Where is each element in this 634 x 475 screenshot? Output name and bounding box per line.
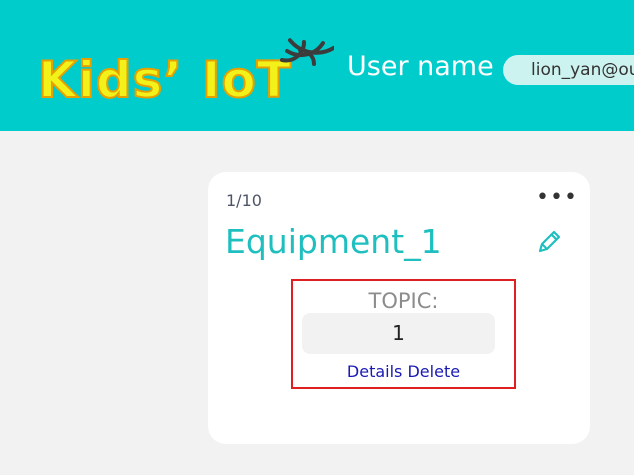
topic-value-field[interactable]: 1 — [302, 313, 495, 354]
equipment-card: 1/10 ••• Equipment_1 TOPIC: 1 Details De… — [208, 172, 590, 444]
more-options-icon[interactable]: ••• — [536, 187, 577, 209]
topic-actions: Details Delete — [293, 361, 514, 383]
user-name-field[interactable]: lion_yan@outlook.com — [503, 55, 634, 85]
details-link[interactable]: Details — [347, 362, 402, 381]
delete-link[interactable]: Delete — [407, 362, 460, 381]
logo-text: Kids’ IoT — [37, 50, 292, 110]
logo: Kids’ IoT — [37, 30, 334, 115]
equipment-title: Equipment_1 — [225, 222, 442, 261]
app-header: Kids’ IoT User name lion_yan@outlook.com — [0, 0, 634, 131]
user-name-label: User name — [347, 51, 494, 82]
topic-label: TOPIC: — [368, 289, 439, 313]
edit-pencil-icon[interactable] — [535, 228, 563, 256]
card-count: 1/10 — [226, 191, 262, 210]
wifi-signal-icon — [280, 38, 334, 66]
topic-highlight-box: TOPIC: 1 Details Delete — [291, 279, 516, 389]
